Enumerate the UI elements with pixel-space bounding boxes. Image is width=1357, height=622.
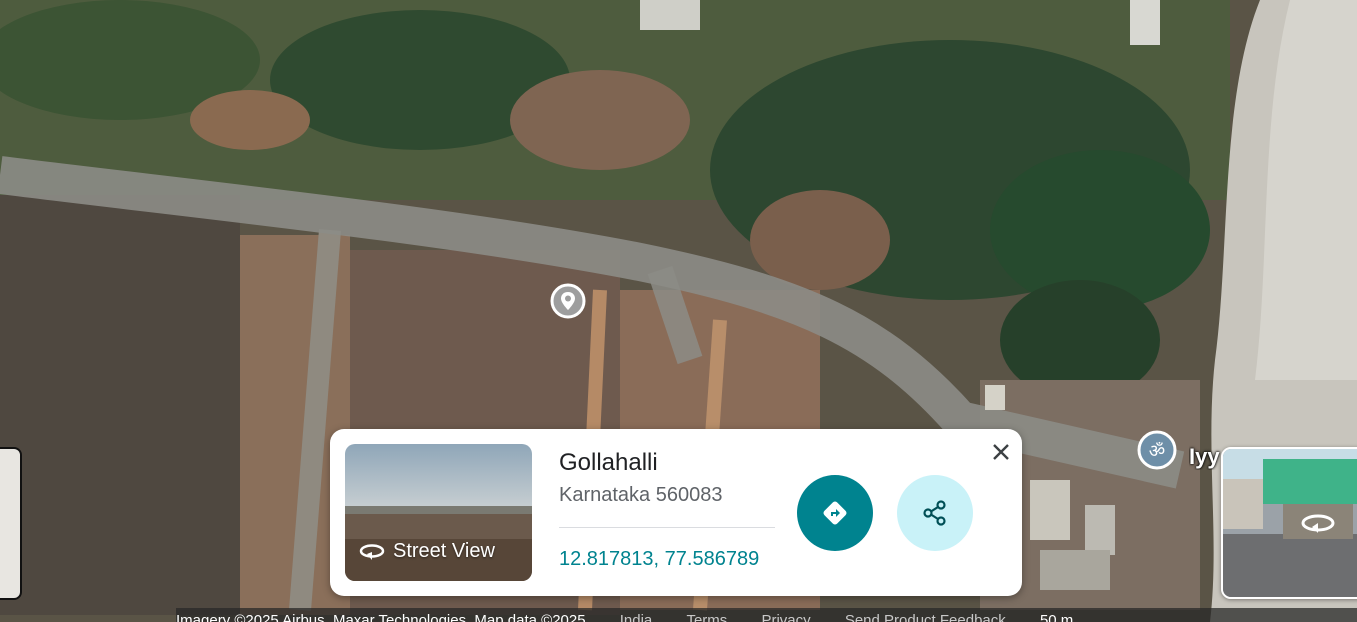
- street-view-rotate-icon: [1301, 514, 1335, 533]
- attribution-text: Imagery ©2025 Airbus, Maxar Technologies…: [176, 612, 586, 622]
- place-coordinates[interactable]: 12.817813, 77.586789: [559, 548, 774, 571]
- temple-poi-icon[interactable]: ॐ: [1135, 430, 1179, 474]
- temple-poi-label[interactable]: Iyy: [1189, 444, 1221, 470]
- place-title: Gollahalli: [559, 449, 658, 476]
- directions-button[interactable]: [797, 475, 873, 551]
- street-view-icon: [359, 543, 385, 560]
- street-view-thumbnail[interactable]: Street View: [345, 444, 532, 581]
- divider: [559, 527, 775, 528]
- street-view-text: Street View: [393, 540, 495, 562]
- footer-link-terms[interactable]: Terms: [686, 608, 727, 622]
- left-card-edge[interactable]: [0, 447, 22, 600]
- footer-link-india[interactable]: India: [620, 608, 653, 622]
- svg-text:ॐ: ॐ: [1149, 441, 1165, 462]
- map-footer: Imagery ©2025 Airbus, Maxar Technologies…: [176, 608, 1357, 622]
- footer-link-privacy[interactable]: Privacy: [761, 608, 810, 622]
- directions-icon: [823, 501, 847, 525]
- close-button[interactable]: [986, 437, 1016, 467]
- close-icon: [993, 444, 1009, 460]
- place-card: Street View Gollahalli Karnataka 560083 …: [330, 429, 1022, 596]
- share-icon: [923, 500, 946, 526]
- share-button[interactable]: [897, 475, 973, 551]
- footer-link-feedback[interactable]: Send Product Feedback: [845, 608, 1006, 622]
- place-address: Karnataka 560083: [559, 484, 723, 506]
- street-view-preview[interactable]: [1221, 447, 1357, 599]
- location-pin-icon[interactable]: [550, 283, 586, 319]
- scale-label[interactable]: 50 m: [1040, 608, 1073, 622]
- street-view-label[interactable]: Street View: [359, 540, 495, 563]
